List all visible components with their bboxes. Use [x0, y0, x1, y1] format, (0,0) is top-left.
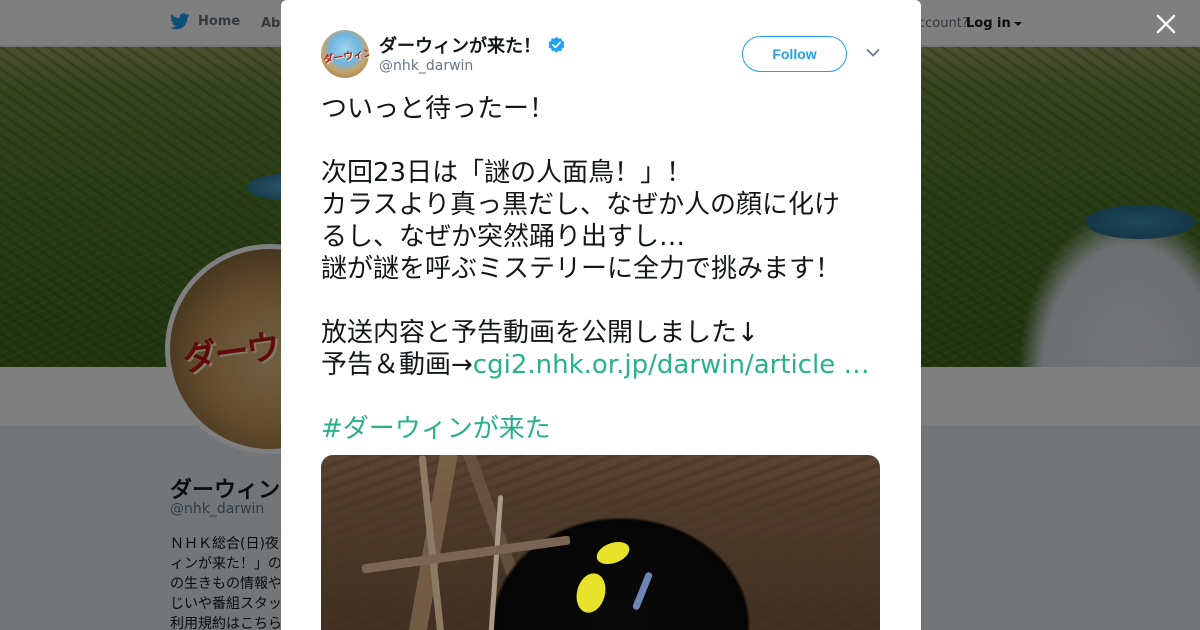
hashtag-link[interactable]: #ダーウィンが来た [321, 414, 551, 444]
bird-yellow-patch [593, 537, 633, 569]
branch [418, 455, 447, 630]
article-link[interactable]: cgi2.nhk.or.jp/darwin/article … [473, 350, 870, 380]
tweet-modal: ダーウィンが来た! ダーウィンが来た！ @nhk_darwin Follow つ… [281, 0, 921, 630]
tweet-link-line: 予告＆動画→cgi2.nhk.or.jp/darwin/article … [321, 349, 891, 381]
tweet-hashtag-line: #ダーウィンが来た [321, 413, 891, 445]
verified-badge-icon [548, 36, 565, 53]
avatar-logo-text: ダーウィンが来た! [322, 43, 369, 66]
follow-button[interactable]: Follow [742, 36, 847, 72]
author-name-label: ダーウィンが来た！ [379, 36, 541, 57]
tweet-author-avatar[interactable]: ダーウィンが来た! [321, 30, 369, 78]
bird-blue-mark [631, 571, 654, 611]
tweet-line: ついっと待ったー！ [321, 94, 556, 124]
tweet-line: 次回23日は「謎の人面鳥！」！ [321, 158, 693, 188]
tweet-line: 放送内容と予告動画を公開しました↓ [321, 318, 759, 348]
link-prefix: 予告＆動画→ [321, 350, 473, 380]
chevron-down-icon[interactable] [866, 48, 880, 58]
tweet-author-handle[interactable]: @nhk_darwin [379, 58, 473, 74]
tweet-media-image[interactable] [321, 455, 880, 630]
branch [487, 495, 504, 630]
close-icon[interactable] [1155, 13, 1177, 35]
tweet-line: 謎が謎を呼ぶミステリーに全力で挑みます！ [321, 254, 842, 284]
bird-yellow-patch [572, 570, 610, 616]
branch [361, 535, 571, 574]
tweet-line: るし、なぜか突然踊り出すし… [321, 222, 686, 252]
tweet-line: カラスより真っ黒だし、なぜか人の顔に化け [321, 190, 840, 220]
tweet-text: ついっと待ったー！ 次回23日は「謎の人面鳥！」！ カラスより真っ黒だし、なぜか… [321, 93, 891, 445]
tweet-author-name[interactable]: ダーウィンが来た！ [379, 32, 566, 58]
